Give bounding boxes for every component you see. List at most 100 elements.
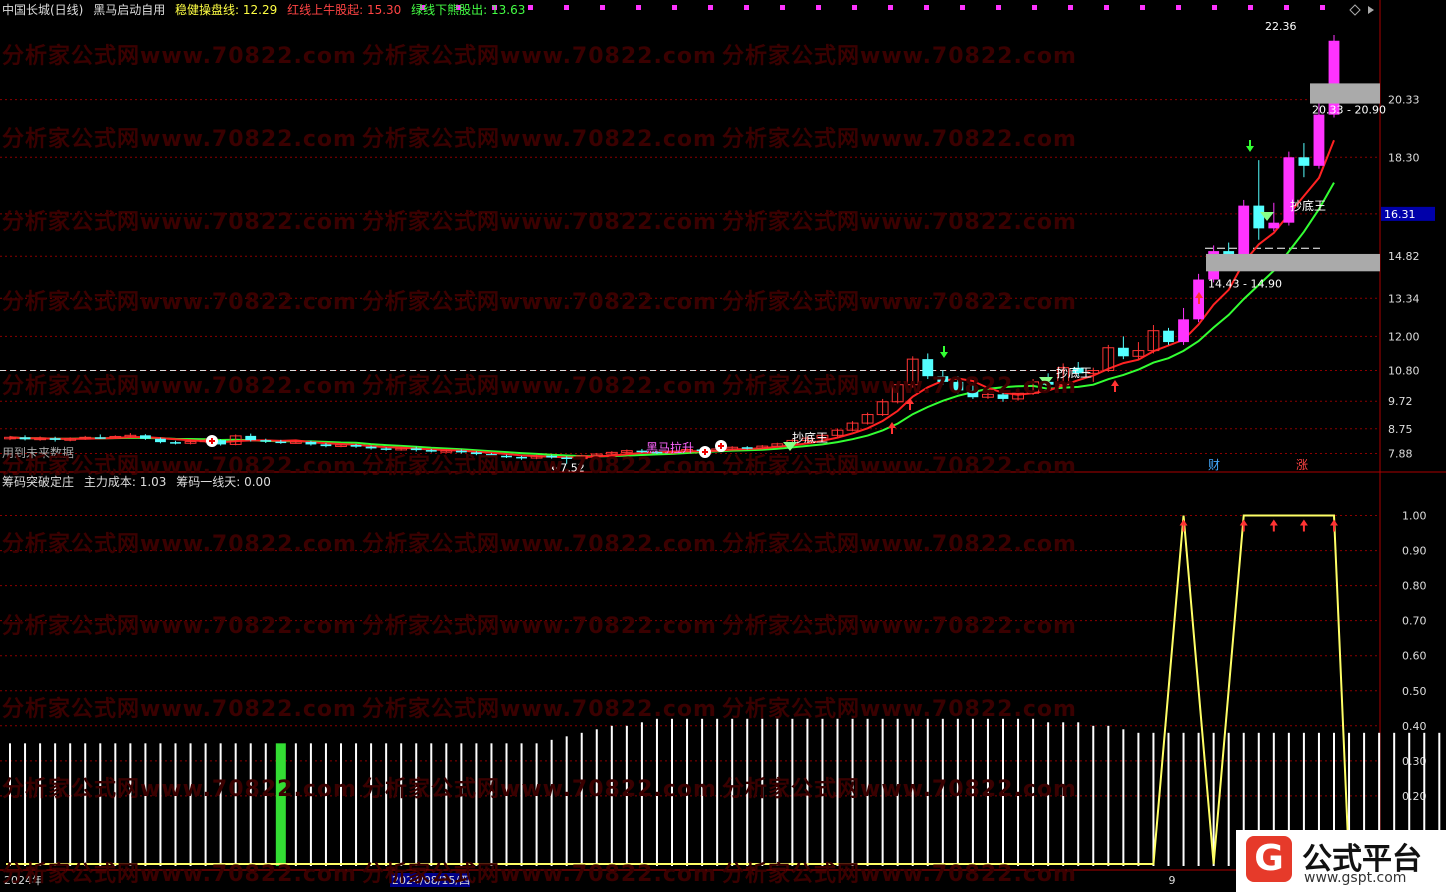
candle-body — [94, 437, 106, 439]
sub-y-tick: 0.30 — [1402, 755, 1427, 768]
sub-bar — [204, 743, 207, 866]
sub-y-tick: 0.20 — [1402, 790, 1427, 803]
signal-dot — [1212, 5, 1217, 10]
high-price-label: 22.36 — [1265, 20, 1297, 33]
main-y-tick: 7.88 — [1388, 448, 1413, 461]
sub-bar — [430, 743, 433, 866]
sub-bar — [971, 718, 974, 866]
signal-dot — [924, 5, 929, 10]
main-y-tick: 18.30 — [1388, 151, 1420, 164]
main-y-tick: 12.00 — [1388, 330, 1420, 343]
sub-bar — [1002, 718, 1004, 866]
sub-bar — [671, 718, 673, 866]
candle-body — [741, 447, 753, 449]
sub-bar — [625, 725, 628, 866]
stock-title: 中国长城(日线) — [2, 3, 84, 17]
sub-bar — [1077, 722, 1080, 866]
sub-bar — [565, 736, 568, 866]
future-data-note: 用到未来数据 — [2, 446, 75, 460]
signal-dot — [1104, 5, 1109, 10]
sub-bar — [370, 743, 373, 866]
candle-body — [997, 394, 1009, 399]
candle-body — [952, 381, 964, 391]
signal-dot — [1248, 5, 1253, 10]
sub-chart-header: 筹码突破定庄 主力成本: 1.03 筹码一线天: 0.00 — [2, 475, 277, 489]
candle-body — [455, 450, 467, 453]
x-tick: 2024年 — [4, 873, 43, 887]
stock-chart-canvas[interactable]: 20.33 18.30 16.31 14.82 13.34 12.00 10.80 9.72 8… — [0, 0, 1446, 892]
sub-y-tick: 0.40 — [1402, 720, 1427, 733]
candle-body — [516, 456, 527, 459]
sub-bar — [535, 743, 538, 866]
line3-label: 绿线下熊股出: 13.63 — [411, 3, 526, 17]
bottom-king-label: 抄底王 — [1056, 365, 1092, 380]
sub-bar — [1032, 718, 1035, 866]
sub-bar — [385, 743, 388, 866]
sub-bar — [791, 718, 794, 866]
sub-bar — [460, 743, 463, 866]
x-tick: 2024/08/15/四 — [392, 874, 470, 887]
sub-indicator-name: 筹码突破定庄 — [2, 475, 75, 489]
signal-dot — [996, 5, 1001, 10]
upper-zone-box — [1310, 83, 1380, 104]
sub-bar — [746, 718, 749, 866]
sub-bar — [520, 743, 523, 866]
sub-bar — [294, 743, 297, 866]
logo-icon: G — [1246, 836, 1292, 882]
sub-bar — [264, 743, 267, 866]
sub-bar — [24, 743, 27, 866]
sub-y-tick: 0.50 — [1402, 685, 1427, 698]
candle-body — [937, 376, 949, 382]
line2-label: 红线上牛股起: 15.30 — [287, 3, 402, 17]
signal-dot — [1320, 5, 1325, 10]
signal-dot — [1284, 5, 1289, 10]
sub-bar — [99, 743, 102, 866]
sub-bar — [324, 743, 327, 866]
signal-dot — [960, 5, 965, 10]
signal-dot — [852, 5, 857, 10]
sub-value1: 主力成本: 1.03 — [83, 475, 167, 489]
sub-bar — [941, 718, 944, 866]
candle-body — [350, 444, 362, 447]
sub-bar — [655, 718, 658, 866]
signal-dot — [708, 5, 713, 10]
sub-bar — [1122, 729, 1125, 866]
sub-y-tick: 0.70 — [1402, 615, 1427, 628]
signal-dot — [636, 5, 641, 10]
brand-logo[interactable]: G 公式平台 www.gspt.com — [1236, 830, 1446, 892]
sub-bar — [580, 732, 583, 866]
signal-dot — [672, 5, 677, 10]
candle-body — [365, 446, 377, 449]
sub-bar — [926, 718, 929, 866]
sub-bar — [731, 718, 734, 866]
sub-bar — [1137, 732, 1140, 866]
black-horse-label: 黑马拉升 — [646, 440, 694, 455]
signal-dot — [816, 5, 821, 10]
candle-body — [410, 448, 422, 451]
sub-bar — [821, 718, 824, 866]
candle-body — [546, 455, 558, 458]
lower-zone-box — [1206, 253, 1380, 272]
signal-dot — [744, 5, 749, 10]
sub-bar — [881, 718, 884, 866]
up-tag: 涨 — [1296, 457, 1308, 472]
candle-body — [49, 438, 61, 440]
candle-body — [1253, 205, 1265, 229]
upper-zone-label: 20.33 - 20.90 — [1312, 104, 1386, 117]
sub-bar — [595, 729, 598, 866]
sub-bar — [355, 743, 358, 866]
sub-bar — [1062, 722, 1065, 866]
candle-body — [275, 441, 287, 444]
sub-bar — [475, 743, 478, 866]
line1-label: 稳健操盘线: 12.29 — [175, 3, 278, 17]
candle-body — [1268, 222, 1280, 229]
sub-bar — [69, 743, 72, 866]
sub-bar — [1167, 732, 1170, 866]
sub-bar — [686, 718, 689, 866]
sub-bar — [806, 718, 809, 866]
logo-url: www.gspt.com — [1304, 870, 1407, 886]
finance-tag: 财 — [1208, 458, 1220, 472]
sub-bar — [54, 743, 57, 866]
sub-bar — [415, 743, 418, 866]
main-y-tick: 9.72 — [1388, 395, 1413, 408]
